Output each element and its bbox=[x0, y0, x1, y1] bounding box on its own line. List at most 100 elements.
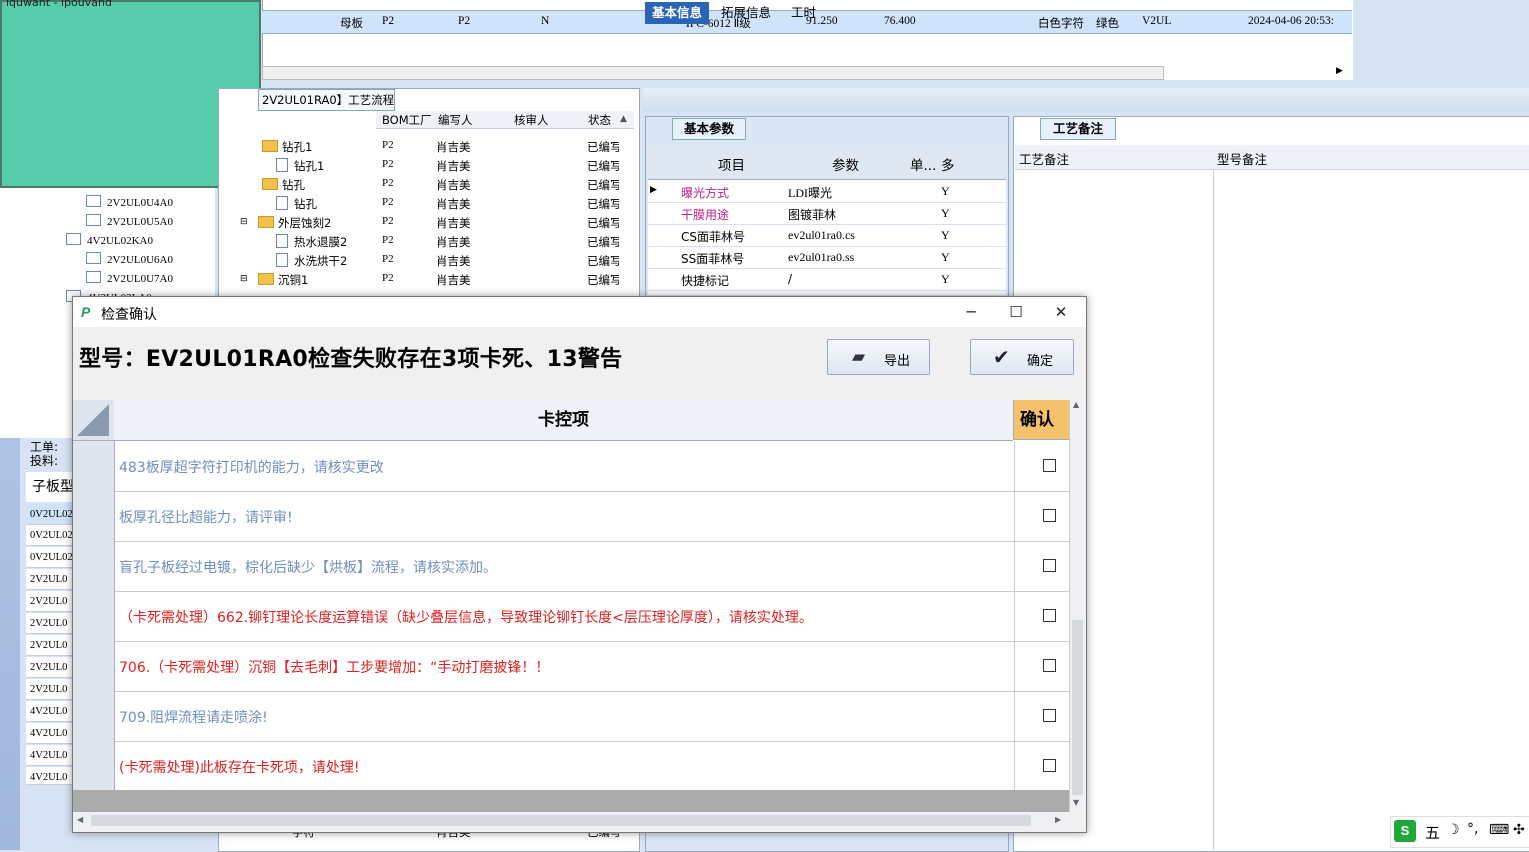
confirm-checkbox[interactable] bbox=[1043, 559, 1056, 572]
scroll-right-icon[interactable]: ▶ bbox=[1055, 815, 1061, 824]
step-icon bbox=[276, 234, 288, 248]
tree-item[interactable]: 2V2UL0U4A0 bbox=[86, 195, 173, 209]
close-icon[interactable]: ✕ bbox=[1041, 301, 1081, 323]
table-row[interactable]: （卡死需处理）662.铆钉理论长度运算错误（缺少叠层信息，导致理论铆钉长度<层压… bbox=[73, 591, 1069, 642]
app-icon: P bbox=[81, 304, 91, 320]
node-icon bbox=[86, 195, 101, 207]
col-header-item: 卡控项 bbox=[114, 400, 1013, 441]
list-item[interactable]: 2V2UL0 bbox=[26, 613, 76, 634]
list-item[interactable]: 4V2UL0 bbox=[26, 745, 76, 766]
export-button[interactable]: ▰ 导出 bbox=[827, 339, 930, 375]
scroll-up-icon[interactable]: ▲ bbox=[620, 114, 627, 124]
scroll-down-icon[interactable]: ▼ bbox=[1073, 798, 1079, 807]
cell: P2 bbox=[382, 15, 395, 27]
tab-basic-params[interactable]: 基本参数 bbox=[672, 118, 746, 140]
tab-process-flow[interactable]: 2V2UL01RA0】工艺流程 bbox=[258, 89, 395, 111]
dialog-titlebar[interactable]: P 检查确认 ─ ☐ ✕ bbox=[73, 297, 1086, 327]
process-row[interactable]: 钻孔1 P2 肖吉美 已编写 bbox=[262, 137, 632, 156]
scroll-thumb[interactable] bbox=[1072, 620, 1083, 795]
ime-logo-icon[interactable]: S bbox=[1394, 820, 1416, 842]
param-row[interactable]: CS面菲林号 ev2ul01ra0.cs Y bbox=[648, 224, 1006, 247]
confirm-checkbox[interactable] bbox=[1043, 709, 1056, 722]
table-row[interactable]: 板厚孔径比超能力，请评审! bbox=[73, 491, 1069, 542]
list-item[interactable]: 0V2UL02 bbox=[26, 547, 76, 568]
scroll-right-icon[interactable]: ▶ bbox=[1336, 66, 1343, 76]
col-header: 型号备注 bbox=[1217, 152, 1268, 167]
ime-mode[interactable]: 五 bbox=[1425, 822, 1440, 843]
collapse-icon[interactable]: ⊟ bbox=[240, 217, 248, 227]
param-row[interactable]: 快捷标记 / Y bbox=[648, 268, 1006, 291]
param-row[interactable]: 干膜用途 图镀菲林 Y bbox=[648, 202, 1006, 225]
grid-footer bbox=[73, 790, 1069, 812]
tab-extended-info[interactable]: 拓展信息 bbox=[714, 2, 778, 24]
maximize-icon[interactable]: ☐ bbox=[996, 301, 1036, 323]
list-item[interactable]: 0V2UL02 bbox=[26, 504, 76, 525]
process-row[interactable]: 钻孔 P2 肖吉美 已编写 bbox=[262, 175, 632, 194]
process-row[interactable]: 钻孔1 P2 肖吉美 已编写 bbox=[262, 156, 632, 175]
param-row[interactable]: ▶ 曝光方式 LDI曝光 Y bbox=[648, 180, 1006, 203]
param-row[interactable]: SS面菲林号 ev2ul01ra0.ss Y bbox=[648, 246, 1006, 269]
list-item[interactable]: 4V2UL0 bbox=[26, 767, 76, 785]
node-icon bbox=[66, 233, 81, 245]
cell: 2024-04-06 20:53: bbox=[1248, 15, 1334, 27]
table-row[interactable]: 709.阻焊流程请走喷涂! bbox=[73, 691, 1069, 742]
process-row[interactable]: 水洗烘干2 P2 肖吉美 已编写 bbox=[262, 251, 632, 270]
tree-item[interactable]: 2V2UL0U5A0 bbox=[86, 214, 173, 228]
cell: 白色字符 bbox=[1038, 18, 1084, 30]
feed-label: 投料: bbox=[30, 454, 59, 468]
cell: 绿色 bbox=[1096, 18, 1119, 30]
node-icon bbox=[86, 271, 101, 283]
list-item[interactable]: 2V2UL0 bbox=[26, 679, 76, 700]
process-row[interactable]: 钻孔 P2 肖吉美 已编写 bbox=[262, 194, 632, 213]
process-row[interactable]: 热水退膜2 P2 肖吉美 已编写 bbox=[262, 232, 632, 251]
tree-item[interactable]: 4V2UL02KA0 bbox=[66, 233, 153, 247]
ime-toolbar[interactable]: S 五 ☽ °, ⌨ ✣ bbox=[1390, 816, 1529, 848]
tab-process-notes[interactable]: 工艺备注 bbox=[1040, 118, 1116, 140]
table-row[interactable]: 盲孔子板经过电镀，棕化后缺少【烘板】流程，请核实添加。 bbox=[73, 541, 1069, 592]
keyboard-icon[interactable]: ⌨ bbox=[1489, 822, 1509, 838]
list-item[interactable]: 4V2UL0 bbox=[26, 701, 76, 722]
table-row[interactable]: (卡死需处理)此板存在卡死项，请处理! bbox=[73, 741, 1069, 792]
confirm-checkbox[interactable] bbox=[1043, 659, 1056, 672]
folder-icon bbox=[262, 140, 278, 152]
scroll-left-icon[interactable]: ◀ bbox=[77, 815, 83, 824]
check-items-grid: 卡控项 确认 483板厚超字符打印机的能力，请核实更改 板厚孔径比超能力，请评审… bbox=[73, 400, 1069, 792]
moon-icon[interactable]: ☽ bbox=[1447, 822, 1460, 838]
confirm-checkbox[interactable] bbox=[1043, 759, 1056, 772]
grid-vscroll[interactable]: ▲ ▼ bbox=[1069, 400, 1086, 812]
cell: N bbox=[541, 15, 550, 27]
popup-text: iquwant - ipouvand bbox=[6, 0, 112, 9]
punctuation-icon[interactable]: °, bbox=[1467, 821, 1478, 837]
col-header: 核审人 bbox=[514, 113, 549, 127]
tree-item[interactable]: 2V2UL0U7A0 bbox=[86, 271, 173, 285]
list-item[interactable]: 2V2UL0 bbox=[26, 591, 76, 612]
table-row[interactable]: 706.（卡死需处理）沉铜【去毛刺】工步要增加：“手动打磨披锋！！ bbox=[73, 641, 1069, 692]
table-row[interactable]: 483板厚超字符打印机的能力，请核实更改 bbox=[73, 441, 1069, 492]
tree-item[interactable]: 2V2UL0U6A0 bbox=[86, 252, 173, 266]
list-item[interactable]: 2V2UL0 bbox=[26, 657, 76, 678]
top-grid-hscroll[interactable] bbox=[262, 66, 1164, 80]
menu-icon[interactable]: ✣ bbox=[1513, 822, 1525, 838]
confirm-checkbox[interactable] bbox=[1043, 609, 1056, 622]
confirm-checkbox[interactable] bbox=[1043, 509, 1056, 522]
list-item[interactable]: 4V2UL0 bbox=[26, 723, 76, 744]
list-item[interactable]: 0V2UL02 bbox=[26, 525, 76, 546]
notes-header: 工艺备注 型号备注 bbox=[1015, 145, 1529, 170]
process-row[interactable]: ⊟ 沉铜1 P2 肖吉美 已编写 bbox=[240, 270, 632, 289]
scroll-up-icon[interactable]: ▲ bbox=[1073, 400, 1079, 409]
minimize-icon[interactable]: ─ bbox=[951, 301, 991, 323]
scroll-thumb[interactable] bbox=[91, 815, 1031, 826]
confirm-button[interactable]: ✔ 确定 bbox=[970, 339, 1074, 375]
process-row[interactable] bbox=[262, 127, 632, 135]
list-item[interactable]: 2V2UL0 bbox=[26, 635, 76, 656]
folder-icon bbox=[258, 273, 274, 285]
tab-basic-info[interactable]: 基本信息 bbox=[645, 2, 710, 24]
grid-hscroll[interactable]: ◀ ▶ bbox=[73, 812, 1069, 830]
confirm-checkbox[interactable] bbox=[1043, 459, 1056, 472]
grid-corner bbox=[73, 400, 115, 441]
collapse-icon[interactable]: ⊟ bbox=[240, 274, 248, 284]
process-row[interactable]: ⊟ 外层蚀刻2 P2 肖吉美 已编写 bbox=[240, 213, 632, 232]
tab-work-hours[interactable]: 工时 bbox=[784, 2, 823, 24]
cell: P2 bbox=[458, 15, 471, 27]
list-item[interactable]: 2V2UL0 bbox=[26, 569, 76, 590]
